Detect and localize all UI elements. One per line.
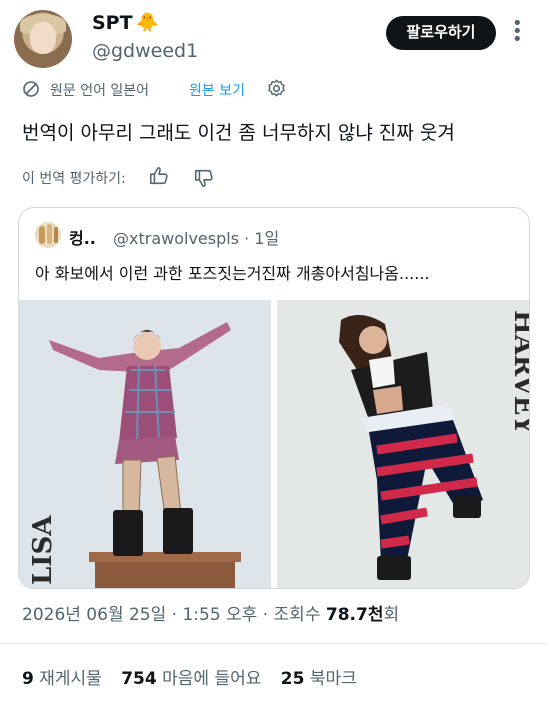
tweet-text: 번역이 아무리 그래도 이건 좀 너무하지 않냐 진짜 웃겨	[22, 122, 455, 144]
reposts-count[interactable]: 9	[22, 669, 34, 689]
more-icon[interactable]: • • •	[512, 15, 523, 49]
user-handle[interactable]: @gdweed1	[92, 40, 198, 62]
thumbs-up-icon[interactable]	[148, 165, 170, 187]
tweet-header: SPT 🐥 @gdweed1 팔로우하기 • • •	[0, 0, 547, 74]
tweet-date-time[interactable]: 2026년 06월 25일 · 1:55 오후 · 조회수	[22, 605, 326, 625]
quote-avatar[interactable]	[35, 222, 61, 248]
quote-header: 컹.. @xtrawolvespls · 1일	[35, 222, 515, 248]
tweet-stats: 9 재게시물 754 마음에 들어요 25 북마크	[22, 664, 357, 689]
photo-right-text: HARVEY	[508, 310, 530, 434]
reposts-label[interactable]: 재게시물	[39, 669, 102, 689]
show-original-link[interactable]: 원본 보기	[189, 80, 245, 100]
thumbs-down-icon[interactable]	[193, 167, 215, 189]
follow-button[interactable]: 팔로우하기	[386, 16, 496, 50]
photo-left-figure: LISA	[19, 300, 271, 588]
translate-ban-icon	[23, 81, 39, 97]
tweet-views: 78.7천	[325, 605, 384, 625]
user-name[interactable]: SPT	[92, 12, 133, 34]
quote-avatar-shape	[47, 224, 52, 244]
avatar-face	[30, 22, 56, 54]
user-emoji: 🐥	[136, 12, 159, 33]
quote-photo-left[interactable]: LISA	[19, 300, 271, 588]
tweet-meta: 2026년 06월 25일 · 1:55 오후 · 조회수 78.7천회	[22, 600, 399, 625]
quote-user-name[interactable]: 컹..	[69, 225, 96, 249]
photo-left-text: LISA	[28, 515, 58, 585]
bookmarks-count[interactable]: 25	[281, 669, 305, 689]
quote-handle-time[interactable]: @xtrawolvespls · 1일	[113, 225, 279, 249]
photo-right-figure: HARVEY	[277, 300, 530, 588]
rate-translation-row: 이 번역 평가하기:	[22, 165, 322, 191]
rate-translation-label: 이 번역 평가하기:	[22, 171, 126, 187]
tweet-views-suffix: 회	[383, 605, 400, 625]
quote-avatar-shape	[54, 227, 58, 243]
translation-note: 원문 언어 일본어	[50, 83, 150, 99]
divider	[0, 643, 547, 644]
bookmarks-label[interactable]: 북마크	[310, 669, 357, 689]
likes-label[interactable]: 마음에 들어요	[162, 669, 261, 689]
quote-photo-right[interactable]: HARVEY	[277, 300, 530, 588]
likes-count[interactable]: 754	[121, 669, 157, 689]
gear-icon[interactable]	[266, 78, 287, 99]
quote-avatar-shape	[39, 226, 45, 244]
quote-text: 아 화보에서 이런 과한 포즈짓는거진짜 개총아서침나옴......	[35, 264, 430, 283]
quoted-tweet[interactable]: 컹.. @xtrawolvespls · 1일 아 화보에서 이런 과한 포즈짓…	[18, 207, 530, 589]
translation-row: 원문 언어 일본어 원본 보기	[22, 78, 522, 104]
avatar[interactable]	[14, 10, 72, 68]
